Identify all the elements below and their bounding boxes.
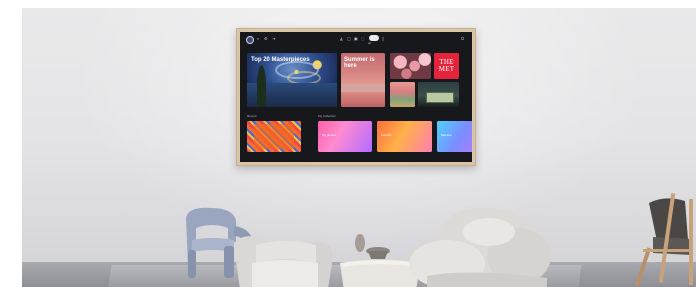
the-met-logo: THE MET: [438, 58, 455, 73]
ambient-icon[interactable]: ◭: [340, 37, 343, 41]
art-mode-icon[interactable]: [369, 35, 379, 41]
pop-art-panel: [254, 124, 294, 149]
game-icon[interactable]: ◌: [361, 37, 365, 41]
recent-section-label: Recent: [247, 114, 257, 118]
member-label: Member: [441, 133, 453, 137]
favorite-tile[interactable]: Favorite: [377, 121, 432, 152]
my-photos-tile[interactable]: My photos: [318, 121, 372, 152]
collection-section-label: My Collection: [318, 114, 337, 118]
source-icon[interactable]: ⇥: [272, 37, 275, 41]
wooden-armchair: [634, 193, 693, 287]
art-mode-label: Art: [368, 42, 372, 45]
tv-top-bar: ⌕ ⚙ ⇥ ◭ ▢ ▣ ◌ Art ▯ ⏻: [240, 32, 472, 46]
apps-icon[interactable]: ▣: [354, 37, 358, 41]
favorite-label: Favorite: [381, 133, 392, 137]
cypress-tree: [257, 65, 266, 107]
settings-icon[interactable]: ⚙: [264, 37, 268, 41]
summer-tile[interactable]: Summer is here: [341, 53, 385, 107]
profile-icon[interactable]: [246, 36, 254, 44]
tv-frame: ⌕ ⚙ ⇥ ◭ ▢ ▣ ◌ Art ▯ ⏻ Top 20 Masterpiece…: [236, 28, 476, 166]
summer-title: Summer is here: [344, 57, 375, 70]
media-icon[interactable]: ▢: [347, 37, 351, 41]
diner-artwork-tile[interactable]: [418, 82, 459, 107]
diner-window: [426, 92, 454, 103]
the-met-tile[interactable]: THE MET: [434, 53, 459, 79]
white-armchair: [234, 236, 333, 287]
masterpieces-tile[interactable]: Top 20 Masterpieces: [247, 53, 337, 107]
search-icon[interactable]: ⌕: [257, 37, 259, 41]
power-icon[interactable]: ⏻: [461, 37, 464, 41]
roses-artwork-tile[interactable]: [390, 53, 431, 79]
member-tile[interactable]: Member: [437, 121, 472, 152]
white-boucle-chair: [409, 207, 551, 287]
pop-art-tile[interactable]: [247, 121, 301, 152]
sea-band: [341, 84, 385, 92]
my-photos-label: My photos: [322, 133, 336, 137]
more-icon[interactable]: ▯: [382, 37, 384, 41]
tv-screen: ⌕ ⚙ ⇥ ◭ ▢ ▣ ◌ Art ▯ ⏻ Top 20 Masterpiece…: [240, 32, 472, 162]
landscape-artwork-tile[interactable]: [390, 82, 415, 107]
masterpieces-title: Top 20 Masterpieces: [251, 57, 310, 63]
